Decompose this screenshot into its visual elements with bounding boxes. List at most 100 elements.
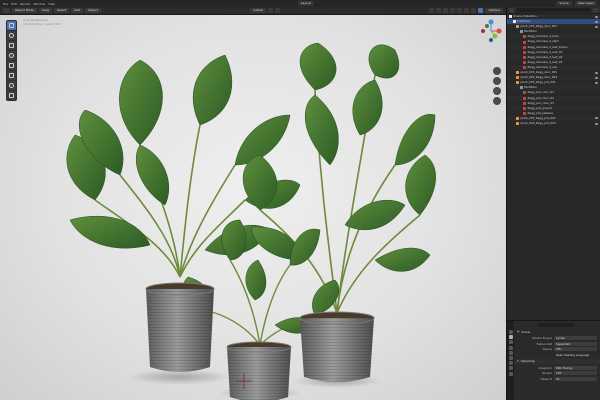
scene-selector[interactable]: Scene: [556, 1, 572, 6]
object-tab-icon[interactable]: [508, 361, 513, 366]
measure-tool-icon[interactable]: [7, 91, 16, 100]
visibility-eye-icon[interactable]: [595, 71, 598, 74]
mesh-icon: [523, 101, 526, 105]
property-value[interactable]: Supported: [554, 341, 597, 346]
menu-help[interactable]: Help: [48, 2, 55, 6]
tool-tab-icon[interactable]: [508, 330, 513, 334]
navigation-gizmo-icon[interactable]: [478, 18, 504, 44]
property-value[interactable]: Path Tracing: [554, 365, 597, 370]
object-icon: [516, 116, 519, 120]
camera-view-icon[interactable]: [493, 87, 501, 95]
mesh-icon: [523, 40, 526, 44]
outliner-tree: Scene Collection Collection plant_003_Zagg…: [507, 14, 600, 126]
menu-window[interactable]: Window: [34, 2, 46, 6]
object-icon: [516, 71, 519, 75]
menu-render[interactable]: Render: [20, 2, 31, 6]
render-tab-icon[interactable]: [508, 335, 513, 340]
annotate-tool-icon[interactable]: [7, 81, 16, 90]
collection-icon: [512, 20, 516, 24]
outliner-row[interactable]: plant_003_Zagg_pot_003: [507, 121, 600, 126]
property-label: Feature Set: [536, 341, 552, 346]
menu-view[interactable]: View: [38, 8, 53, 13]
visibility-icon[interactable]: [429, 8, 435, 13]
navigation-buttons: [493, 67, 501, 105]
shading-solid-icon[interactable]: [464, 8, 470, 13]
visibility-eye-icon[interactable]: [595, 122, 598, 125]
property-label: Device: [542, 347, 552, 352]
pot-middle: [226, 341, 292, 400]
object-icon: [516, 76, 519, 80]
visibility-eye-icon[interactable]: [595, 20, 598, 23]
menu-select[interactable]: Select: [54, 8, 70, 13]
shading-wireframe-icon[interactable]: [457, 8, 463, 13]
move-tool-icon[interactable]: [7, 41, 16, 50]
properties-body: ▣ Scene Render Engine Cycles Feature Set Su…: [514, 321, 600, 400]
scene-icon: ▣: [517, 330, 520, 334]
object-icon: [516, 122, 519, 126]
menu-add[interactable]: Add: [71, 8, 84, 13]
property-value[interactable]: CPU: [554, 347, 597, 352]
outliner-panel: Scene Collection Collection plant_003_Zagg…: [506, 7, 600, 320]
property-value[interactable]: 128: [554, 371, 597, 376]
property-value[interactable]: Open Shading Language: [554, 353, 597, 357]
mesh-icon: [523, 91, 526, 95]
scene-label: Scene: [521, 329, 531, 334]
scale-tool-icon[interactable]: [7, 61, 16, 70]
editor-type-icon[interactable]: [3, 8, 10, 13]
pan-icon[interactable]: [493, 77, 501, 85]
outliner-search-input[interactable]: [516, 8, 591, 12]
sampling-section-label: Sampling: [520, 359, 535, 364]
properties-search-input[interactable]: [538, 322, 574, 327]
menu-object[interactable]: Object: [85, 8, 101, 13]
sampling-settings: Integrator Path Tracing Render 128 Viewport 3…: [514, 365, 600, 382]
cursor-tool-icon[interactable]: [7, 31, 16, 40]
view-layer-selector[interactable]: View Layer: [574, 1, 598, 6]
tool-shelf: [6, 20, 17, 101]
shading-rendered-icon[interactable]: [478, 8, 484, 13]
sampling-section-header[interactable]: ▼ Sampling: [514, 358, 600, 364]
outliner-display-mode-icon[interactable]: [509, 7, 514, 13]
snap-icon[interactable]: [267, 8, 273, 13]
property-label: Render: [542, 371, 552, 376]
visibility-eye-icon[interactable]: [595, 15, 598, 18]
visibility-eye-icon[interactable]: [595, 25, 598, 28]
visibility-eye-icon[interactable]: [595, 117, 598, 120]
options-menu[interactable]: Options: [485, 8, 504, 13]
workspace-tab[interactable]: Layout: [297, 1, 314, 6]
filter-icon[interactable]: [593, 7, 598, 13]
xray-icon[interactable]: [450, 8, 456, 13]
mesh-icon: [523, 96, 526, 100]
chevron-down-icon: ▼: [517, 359, 519, 363]
mesh-icon: [523, 55, 526, 59]
mode-selector[interactable]: Object Mode: [12, 8, 37, 13]
proportional-edit-icon[interactable]: [274, 8, 280, 13]
overlay-toggle-icon[interactable]: [443, 8, 449, 13]
gizmo-toggle-icon[interactable]: [436, 8, 442, 13]
visibility-eye-icon[interactable]: [595, 81, 598, 84]
select-tool-icon[interactable]: [7, 21, 16, 30]
shading-material-icon[interactable]: [471, 8, 477, 13]
menu-edit[interactable]: Edit: [11, 2, 17, 6]
zoom-icon[interactable]: [493, 67, 501, 75]
mesh-icon: [523, 60, 526, 64]
transform-orientation[interactable]: Global: [250, 8, 266, 13]
output-tab-icon[interactable]: [508, 340, 513, 345]
visibility-eye-icon[interactable]: [595, 76, 598, 79]
perspective-toggle-icon[interactable]: [493, 97, 501, 105]
material-tab-icon[interactable]: [508, 371, 513, 376]
rotate-tool-icon[interactable]: [7, 51, 16, 60]
property-value[interactable]: 32: [554, 376, 597, 381]
world-tab-icon[interactable]: [508, 355, 513, 360]
mesh-icon: [523, 50, 526, 54]
menu-file[interactable]: File: [3, 2, 8, 6]
3d-viewport[interactable]: User Perspective (1) Collection | plant_…: [0, 15, 506, 400]
property-row: Open Shading Language: [514, 352, 600, 358]
plant-left-leaves: [66, 54, 301, 256]
modifier-tab-icon[interactable]: [508, 366, 513, 371]
property-value[interactable]: Cycles: [554, 336, 597, 341]
transform-tool-icon[interactable]: [7, 71, 16, 80]
property-row: Viewport 32: [514, 376, 600, 382]
scene-tab-icon[interactable]: [508, 350, 513, 355]
view-layer-tab-icon[interactable]: [508, 345, 513, 350]
top-bar: File Edit Render Window Help Layout Scen…: [0, 0, 600, 7]
